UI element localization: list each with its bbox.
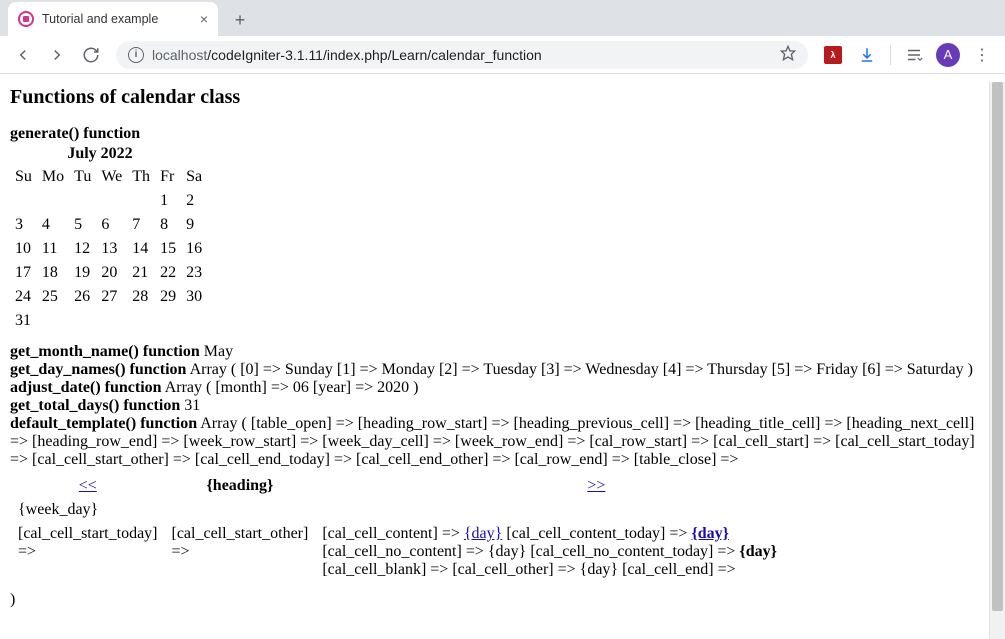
browser-toolbar: i localhost/codeIgniter-3.1.11/index.php… xyxy=(0,36,1005,74)
calendar-week-row: 17181920212223 xyxy=(10,261,207,285)
calendar-day-cell: 6 xyxy=(96,213,127,237)
calendar-day-cell: 15 xyxy=(155,237,181,261)
calendar-day-cell: 28 xyxy=(127,285,155,309)
calendar-day-cell: 19 xyxy=(69,261,96,285)
default-template-line: default_template() function Array ( [tab… xyxy=(10,415,995,469)
url-text: localhost/codeIgniter-3.1.11/index.php/L… xyxy=(152,47,542,63)
get-day-names-line: get_day_names() function Array ( [0] => … xyxy=(10,361,995,379)
reload-button[interactable] xyxy=(76,40,106,70)
calendar-day-cell: 10 xyxy=(10,237,37,261)
calendar-day-cell: 17 xyxy=(10,261,37,285)
get-total-days-line: get_total_days() function 31 xyxy=(10,397,995,415)
calendar-day-cell xyxy=(155,309,181,333)
calendar-day-cell xyxy=(69,309,96,333)
back-button[interactable] xyxy=(8,40,38,70)
site-info-icon[interactable]: i xyxy=(128,47,144,63)
calendar-day-cell: 18 xyxy=(37,261,69,285)
cell-start-other: [cal_cell_start_other] => xyxy=(166,523,315,581)
calendar-day-cell: 8 xyxy=(155,213,181,237)
calendar-day-cell xyxy=(37,189,69,213)
close-tab-button[interactable]: × xyxy=(200,11,208,27)
calendar-day-cell: 1 xyxy=(155,189,181,213)
closing-paren: ) xyxy=(10,591,995,609)
calendar-day-cell: 13 xyxy=(96,237,127,261)
calendar-table: SuMoTuWeThFrSa 1234567891011121314151617… xyxy=(10,165,207,333)
prev-month-link[interactable]: << xyxy=(79,477,97,494)
calendar-day-cell: 4 xyxy=(37,213,69,237)
calendar-day-cell: 11 xyxy=(37,237,69,261)
calendar-day-cell: 3 xyxy=(10,213,37,237)
adjust-date-line: adjust_date() function Array ( [month] =… xyxy=(10,379,995,397)
calendar-day-cell: 29 xyxy=(155,285,181,309)
vertical-scrollbar[interactable] xyxy=(989,82,1005,639)
generate-function-label: generate() function xyxy=(10,125,995,143)
reading-list-icon[interactable] xyxy=(899,40,929,70)
calendar-day-header: Mo xyxy=(37,165,69,189)
menu-button[interactable]: ⋮ xyxy=(967,40,997,70)
calendar-day-cell xyxy=(69,189,96,213)
bookmark-star-icon[interactable] xyxy=(780,45,796,64)
calendar-day-cell: 12 xyxy=(69,237,96,261)
tab-title: Tutorial and example xyxy=(42,12,158,26)
calendar-week-row: 31 xyxy=(10,309,207,333)
heading-placeholder: {heading} xyxy=(206,477,273,494)
calendar-day-cell: 31 xyxy=(10,309,37,333)
cell-content: [cal_cell_content] => {day} [cal_cell_co… xyxy=(316,523,876,581)
calendar-day-header: Tu xyxy=(69,165,96,189)
page-title: Functions of calendar class xyxy=(10,86,995,109)
calendar-day-cell: 16 xyxy=(181,237,207,261)
toolbar-divider xyxy=(890,45,891,65)
address-bar[interactable]: i localhost/codeIgniter-3.1.11/index.php… xyxy=(116,41,808,69)
calendar-day-header: Su xyxy=(10,165,37,189)
template-heading-table: << {heading} >> {week_day} [cal_cell_sta… xyxy=(10,473,878,583)
calendar-day-header: Th xyxy=(127,165,155,189)
calendar-day-cell: 23 xyxy=(181,261,207,285)
calendar-day-header: Sa xyxy=(181,165,207,189)
calendar-day-cell: 14 xyxy=(127,237,155,261)
calendar-day-cell: 24 xyxy=(10,285,37,309)
pdf-extension-icon[interactable]: λ xyxy=(818,40,848,70)
calendar-day-cell: 9 xyxy=(181,213,207,237)
favicon-icon xyxy=(18,11,34,27)
calendar-day-header: Fr xyxy=(155,165,181,189)
calendar-day-cell xyxy=(10,189,37,213)
calendar-week-row: 12 xyxy=(10,189,207,213)
cell-start-today: [cal_cell_start_today] => xyxy=(12,523,164,581)
calendar-day-cell: 30 xyxy=(181,285,207,309)
new-tab-button[interactable]: + xyxy=(226,6,254,34)
tab-strip: Tutorial and example × + xyxy=(0,0,1005,36)
forward-button[interactable] xyxy=(42,40,72,70)
calendar-day-cell: 7 xyxy=(127,213,155,237)
calendar-day-cell: 26 xyxy=(69,285,96,309)
day-link-bold[interactable]: {day} xyxy=(691,525,729,542)
profile-avatar[interactable]: A xyxy=(933,40,963,70)
calendar-week-row: 24252627282930 xyxy=(10,285,207,309)
calendar-month-heading: July 2022 xyxy=(10,145,190,163)
calendar-day-cell: 20 xyxy=(96,261,127,285)
calendar-day-cell: 2 xyxy=(181,189,207,213)
calendar-week-row: 3456789 xyxy=(10,213,207,237)
page-content: Functions of calendar class generate() f… xyxy=(0,74,1005,631)
calendar-day-cell: 22 xyxy=(155,261,181,285)
browser-tab[interactable]: Tutorial and example × xyxy=(8,2,218,36)
calendar-day-cell xyxy=(127,309,155,333)
calendar-day-cell xyxy=(96,309,127,333)
scrollbar-thumb[interactable] xyxy=(992,82,1003,611)
calendar-day-cell: 27 xyxy=(96,285,127,309)
get-month-name-line: get_month_name() function May xyxy=(10,343,995,361)
next-month-link[interactable]: >> xyxy=(587,477,605,494)
calendar-day-cell: 25 xyxy=(37,285,69,309)
calendar-week-row: 10111213141516 xyxy=(10,237,207,261)
calendar-day-cell xyxy=(181,309,207,333)
calendar-day-header: We xyxy=(96,165,127,189)
calendar-day-cell xyxy=(127,189,155,213)
calendar-day-cell: 21 xyxy=(127,261,155,285)
download-extension-icon[interactable] xyxy=(852,40,882,70)
calendar-day-cell: 5 xyxy=(69,213,96,237)
calendar-day-cell xyxy=(96,189,127,213)
day-link[interactable]: {day} xyxy=(464,525,502,542)
calendar-day-cell xyxy=(37,309,69,333)
weekday-placeholder: {week_day} xyxy=(12,499,876,521)
